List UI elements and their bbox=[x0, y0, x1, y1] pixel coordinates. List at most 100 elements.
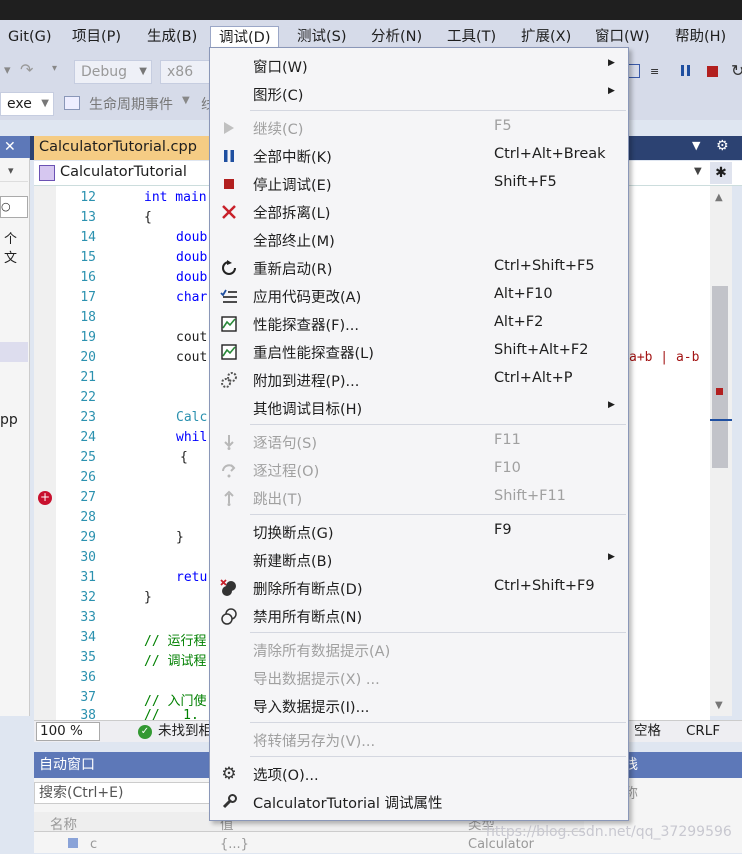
line-number: 22 bbox=[80, 390, 96, 405]
lifecycle-label[interactable]: 生命周期事件 bbox=[89, 94, 173, 114]
code-line: } bbox=[176, 530, 184, 545]
step-icon[interactable]: ≡ bbox=[650, 65, 659, 78]
eol-label[interactable]: CRLF bbox=[686, 721, 720, 742]
scroll-up-icon[interactable]: ▲ bbox=[715, 192, 723, 203]
menu-item-stop-debugging[interactable]: 停止调试(E) Shift+F5 bbox=[210, 170, 628, 198]
debug-menu: 窗口(W) ▶ 图形(C) ▶ 继续(C) F5 全部中断(K) Ctrl+Al… bbox=[209, 47, 629, 821]
menu-item-terminate-all[interactable]: 全部终止(M) bbox=[210, 226, 628, 254]
editor-gutter[interactable]: + bbox=[34, 186, 56, 720]
menu-item-save-dump-as[interactable]: 将转储另存为(V)... bbox=[210, 726, 628, 754]
menu-item-shortcut: Shift+Alt+F2 bbox=[494, 342, 589, 358]
line-number: 19 bbox=[80, 330, 96, 345]
tab-dropdown-icon[interactable]: ▼ bbox=[692, 139, 700, 152]
zoom-combo[interactable]: 100 % bbox=[36, 722, 100, 741]
menu-item-apply-code-changes[interactable]: 应用代码更改(A) Alt+F10 bbox=[210, 282, 628, 310]
menu-item-step-over[interactable]: 逐过程(O) F10 bbox=[210, 456, 628, 484]
submenu-arrow-icon: ▶ bbox=[608, 552, 615, 562]
line-number: 21 bbox=[80, 370, 96, 385]
menu-item-toggle-breakpoint[interactable]: 切换断点(G) F9 bbox=[210, 518, 628, 546]
panel-file-fragment[interactable]: pp bbox=[0, 412, 18, 428]
whitespace-label[interactable]: 空格 bbox=[634, 721, 661, 742]
redo-dropdown-icon[interactable]: ▾ bbox=[52, 63, 57, 74]
menu-separator bbox=[250, 514, 626, 515]
menu-project[interactable]: 项目(P) bbox=[64, 26, 129, 50]
redo-icon[interactable]: ↷ bbox=[20, 60, 33, 79]
caret-marker bbox=[710, 419, 732, 421]
platform-combo[interactable]: x86 bbox=[160, 60, 210, 84]
menu-item-delete-all-breakpoints[interactable]: 删除所有断点(D) Ctrl+Shift+F9 bbox=[210, 574, 628, 602]
line-number: 34 bbox=[80, 630, 96, 645]
line-number: 23 bbox=[80, 410, 96, 425]
line-number: 31 bbox=[80, 570, 96, 585]
code-line: int main bbox=[144, 190, 207, 205]
stop-toolbar-icon[interactable] bbox=[707, 66, 718, 77]
menu-item-shortcut: F5 bbox=[494, 118, 512, 134]
menu-item-disable-all-breakpoints[interactable]: 禁用所有断点(N) bbox=[210, 602, 628, 630]
menu-item-other-debug-targets[interactable]: 其他调试目标(H) ▶ bbox=[210, 394, 628, 422]
solution-explorer-panel: ▾ ○ 个文 pp bbox=[0, 136, 30, 716]
code-line: // 调试程 bbox=[144, 654, 207, 669]
close-icon[interactable]: ✕ bbox=[4, 139, 16, 155]
menu-item-new-breakpoint[interactable]: 新建断点(B) ▶ bbox=[210, 546, 628, 574]
settings-gear-icon[interactable]: ⚙ bbox=[716, 138, 729, 154]
line-number: 35 bbox=[80, 650, 96, 665]
restart-icon bbox=[220, 259, 238, 277]
apply-changes-icon bbox=[220, 287, 238, 305]
config-combo[interactable]: Debug ▼ bbox=[74, 60, 152, 84]
col-name[interactable]: 名称 bbox=[50, 813, 77, 833]
chevron-down-icon[interactable]: ▼ bbox=[182, 95, 190, 106]
menu-item-shortcut: F10 bbox=[494, 460, 521, 476]
menu-item-export-datatips[interactable]: 导出数据提示(X) ... bbox=[210, 664, 628, 692]
menu-item-performance-profiler[interactable]: 性能探查器(F)... Alt+F2 bbox=[210, 310, 628, 338]
panel-search[interactable]: ○ bbox=[0, 196, 28, 218]
pause-icon bbox=[220, 147, 238, 165]
menu-separator bbox=[250, 424, 626, 425]
line-number: 12 bbox=[80, 190, 96, 205]
menu-help[interactable]: 帮助(H) bbox=[667, 26, 734, 50]
submenu-arrow-icon: ▶ bbox=[608, 58, 615, 68]
menu-item-label: 删除所有断点(D) bbox=[253, 582, 363, 598]
menu-item-window[interactable]: 窗口(W) ▶ bbox=[210, 52, 628, 80]
menu-item-continue[interactable]: 继续(C) F5 bbox=[210, 114, 628, 142]
code-line: whil bbox=[176, 430, 208, 445]
menu-item-attach-to-process[interactable]: 附加到进程(P)... Ctrl+Alt+P bbox=[210, 366, 628, 394]
undo-icon[interactable]: ▾ bbox=[4, 63, 11, 78]
menu-item-relaunch-profiler[interactable]: 重启性能探查器(L) Shift+Alt+F2 bbox=[210, 338, 628, 366]
profiler-icon bbox=[220, 315, 238, 333]
scope-label[interactable]: CalculatorTutorial bbox=[60, 164, 187, 180]
restart-toolbar-icon[interactable]: ↻ bbox=[731, 61, 742, 80]
menu-item-break-all[interactable]: 全部中断(K) Ctrl+Alt+Break bbox=[210, 142, 628, 170]
menu-item-label: 选项(O)... bbox=[253, 768, 319, 784]
line-number: 27 bbox=[80, 490, 96, 505]
menu-item-label: 逐过程(O) bbox=[253, 464, 320, 480]
code-line: cout bbox=[176, 330, 208, 345]
play-icon bbox=[220, 119, 238, 137]
tab-calculatortutorial-cpp[interactable]: CalculatorTutorial.cpp bbox=[34, 136, 210, 160]
line-number: 13 bbox=[80, 210, 96, 225]
breakpoint-icon[interactable]: + bbox=[38, 491, 52, 505]
menu-item-clear-all-datatips[interactable]: 清除所有数据提示(A) bbox=[210, 636, 628, 664]
menu-git[interactable]: Git(G) bbox=[0, 26, 60, 50]
chevron-down-icon[interactable]: ▼ bbox=[694, 166, 702, 177]
menu-build[interactable]: 生成(B) bbox=[139, 26, 205, 50]
menu-item-options[interactable]: ⚙ 选项(O)... bbox=[210, 760, 628, 788]
split-pin-icon[interactable]: ✱ bbox=[710, 162, 732, 184]
menu-item-graphics[interactable]: 图形(C) ▶ bbox=[210, 80, 628, 108]
scrollbar-thumb[interactable] bbox=[712, 286, 728, 468]
menu-item-step-out[interactable]: 跳出(T) Shift+F11 bbox=[210, 484, 628, 512]
menu-item-restart[interactable]: 重新启动(R) Ctrl+Shift+F5 bbox=[210, 254, 628, 282]
target-combo[interactable]: exe ▼ bbox=[0, 92, 54, 116]
editor-scrollbar[interactable]: ▲ ▼ bbox=[710, 186, 732, 716]
pause-toolbar-icon[interactable] bbox=[679, 63, 691, 77]
submenu-arrow-icon: ▶ bbox=[608, 86, 615, 96]
detach-x-icon bbox=[220, 203, 238, 221]
menu-item-step-into[interactable]: 逐语句(S) F11 bbox=[210, 428, 628, 456]
menu-item-import-datatips[interactable]: 导入数据提示(I)... bbox=[210, 692, 628, 720]
menu-item-label: 导出数据提示(X) ... bbox=[253, 672, 380, 688]
menu-item-debug-properties[interactable]: CalculatorTutorial 调试属性 bbox=[210, 788, 628, 816]
menu-item-detach-all[interactable]: 全部拆离(L) bbox=[210, 198, 628, 226]
code-line: doub bbox=[176, 270, 208, 285]
scroll-down-icon[interactable]: ▼ bbox=[715, 700, 723, 711]
issues-label[interactable]: 未找到相 bbox=[158, 721, 212, 742]
panel-selected-row[interactable] bbox=[0, 342, 28, 362]
